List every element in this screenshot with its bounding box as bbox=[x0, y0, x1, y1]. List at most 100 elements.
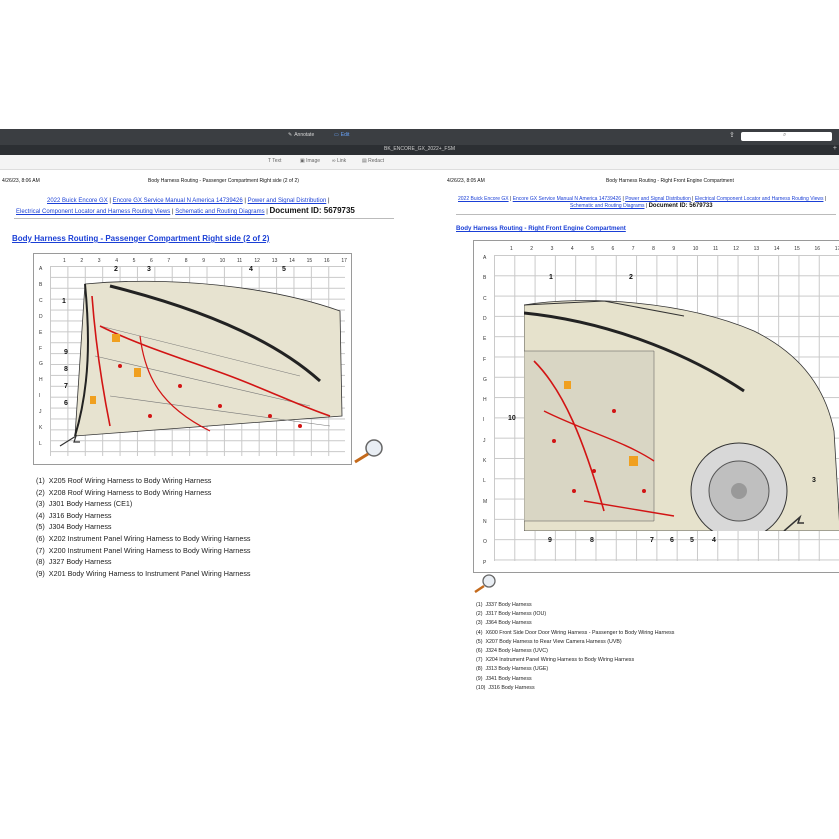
grid-row-label: K bbox=[483, 458, 487, 464]
callout: 3 bbox=[147, 266, 151, 273]
callout: 3 bbox=[812, 477, 816, 484]
search-icon: ⌕ bbox=[783, 132, 787, 138]
grid-row-label: E bbox=[483, 336, 487, 343]
callout: 4 bbox=[249, 266, 253, 273]
magnifier-icon[interactable] bbox=[472, 573, 500, 593]
file-name-tab[interactable]: BK_ENCORE_GX_2022+_FSM bbox=[0, 146, 839, 152]
callout: 8 bbox=[590, 537, 594, 544]
grid-row-label: C bbox=[483, 295, 487, 302]
list-item: (10) J316 Body Harness bbox=[476, 684, 535, 691]
callout: 1 bbox=[549, 274, 553, 281]
grid-column-label: 15 bbox=[794, 246, 800, 252]
magnifier-icon[interactable] bbox=[352, 437, 386, 465]
grid-column-label: 13 bbox=[753, 246, 760, 252]
link-icon: ∞ bbox=[332, 158, 336, 164]
grid-row-label: L bbox=[39, 440, 42, 447]
grid-column-label: 2 bbox=[530, 246, 534, 252]
page-header-title: Body Harness Routing - Right Front Engin… bbox=[606, 178, 734, 184]
grid-column-label: 10 bbox=[219, 258, 226, 264]
grid-column-label: 1 bbox=[63, 258, 66, 264]
grid-row-label: I bbox=[483, 417, 485, 424]
section-title[interactable]: Body Harness Routing - Right Front Engin… bbox=[456, 225, 626, 232]
grid-column-label: 8 bbox=[652, 246, 655, 252]
callout: 10 bbox=[508, 415, 516, 422]
grid-row-label: K bbox=[39, 425, 43, 431]
link-tool-button[interactable]: ∞ Link bbox=[332, 158, 346, 164]
list-item: (4) J316 Body Harness bbox=[36, 510, 112, 520]
page-header-title: Body Harness Routing - Passenger Compart… bbox=[148, 178, 299, 184]
callout: 5 bbox=[282, 266, 286, 273]
breadcrumb-link[interactable]: 2022 Buick Encore GX bbox=[47, 198, 108, 204]
callout: 2 bbox=[114, 266, 118, 273]
grid-row-label: D bbox=[39, 313, 43, 320]
grid-row-label: G bbox=[39, 361, 43, 368]
grid-row-label: L bbox=[483, 478, 486, 485]
redact-tool-button[interactable]: ▤ Redact bbox=[362, 158, 384, 164]
grid-row-label: H bbox=[39, 377, 43, 384]
list-item: (6) X202 Instrument Panel Wiring Harness… bbox=[36, 533, 251, 543]
callout: 6 bbox=[64, 400, 68, 407]
grid-column-label: 12 bbox=[254, 258, 260, 264]
breadcrumb-link[interactable]: Encore GX Service Manual N America 14739… bbox=[513, 196, 621, 202]
edit-button[interactable]: ▭ Edit bbox=[334, 132, 349, 138]
breadcrumb-link[interactable]: 2022 Buick Encore GX bbox=[458, 196, 509, 202]
list-item: (8) J327 Body Harness bbox=[36, 557, 112, 567]
new-tab-button[interactable]: + bbox=[833, 145, 837, 152]
breadcrumb-link[interactable]: Power and Signal Distribution bbox=[248, 198, 327, 204]
text-tool-button[interactable]: T Text bbox=[268, 158, 281, 164]
app-toolbar: ✎ Annotate ▭ Edit ⇪ ⌕ bbox=[0, 129, 839, 145]
grid-column-label: 3 bbox=[550, 246, 554, 252]
breadcrumb-line-2: Schematic and Routing Diagrams | Documen… bbox=[570, 203, 713, 209]
section-title[interactable]: Body Harness Routing - Passenger Compart… bbox=[12, 234, 269, 243]
list-item: (1) J337 Body Harness bbox=[476, 602, 532, 608]
grid-column-label: 9 bbox=[202, 258, 205, 264]
grid-column-label: 15 bbox=[306, 258, 313, 264]
grid-column-label: 16 bbox=[814, 246, 821, 252]
grid-column-label: 6 bbox=[611, 246, 615, 252]
grid-column-label: 8 bbox=[184, 258, 188, 264]
routing-diagram: 1 2 3 4 5 6 7 8 9 10 11 12 13 14 15 16 17 ABCDEFGHIJKLMN… bbox=[473, 240, 839, 573]
grid-row-label: J bbox=[39, 409, 42, 416]
breadcrumb-link[interactable]: Electrical Component Locator and Harness… bbox=[695, 196, 824, 202]
grid-row-label: G bbox=[483, 376, 487, 383]
grid-column-label: 17 bbox=[341, 258, 347, 264]
annotate-button[interactable]: ✎ Annotate bbox=[288, 132, 314, 138]
grid-column-label: 4 bbox=[115, 258, 118, 264]
grid-column-label: 10 bbox=[692, 246, 699, 252]
grid-column-label: 1 bbox=[510, 246, 513, 252]
grid-column-label: 14 bbox=[289, 258, 295, 264]
grid-column-label: 7 bbox=[167, 258, 171, 264]
breadcrumb: 2022 Buick Encore GX | Encore GX Service… bbox=[458, 196, 827, 202]
grid-column-label: 7 bbox=[631, 246, 635, 252]
breadcrumb-link[interactable]: Electrical Component Locator and Harness… bbox=[16, 209, 170, 215]
breadcrumb-link[interactable]: Schematic and Routing Diagrams bbox=[570, 203, 644, 209]
grid-row-label: F bbox=[483, 356, 487, 363]
document-id: Document ID: 5679733 bbox=[648, 203, 713, 209]
file-tab-bar: BK_ENCORE_GX_2022+_FSM + bbox=[0, 145, 839, 155]
image-tool-button[interactable]: ▣ Image bbox=[300, 158, 320, 164]
grid-column-label: 12 bbox=[733, 246, 739, 252]
list-item: (8) J313 Body Harness (UGE) bbox=[476, 666, 549, 673]
breadcrumb-link[interactable]: Power and Signal Distribution bbox=[625, 196, 691, 202]
list-item: (6) J324 Body Harness (UVC) bbox=[476, 648, 548, 655]
grid-row-label: P bbox=[483, 559, 487, 566]
breadcrumb: 2022 Buick Encore GX | Encore GX Service… bbox=[47, 198, 330, 204]
breadcrumb-link[interactable]: Schematic and Routing Diagrams bbox=[175, 209, 264, 215]
callout: 7 bbox=[64, 383, 68, 390]
breadcrumb-link[interactable]: Encore GX Service Manual N America 14739… bbox=[113, 198, 243, 204]
grid-column-label: 11 bbox=[713, 246, 719, 252]
callout: 9 bbox=[548, 537, 552, 544]
grid-row-label: A bbox=[39, 266, 43, 272]
search-input[interactable]: ⌕ bbox=[741, 132, 832, 141]
divider bbox=[14, 218, 394, 219]
grid-column-label: 9 bbox=[672, 246, 676, 252]
redact-icon: ▤ bbox=[362, 158, 367, 164]
grid-row-label: C bbox=[39, 297, 43, 304]
list-item: (7) X204 Instrument Panel Wiring Harness… bbox=[476, 657, 635, 664]
share-icon[interactable]: ⇪ bbox=[729, 131, 739, 141]
grid-row-label: J bbox=[483, 437, 486, 444]
grid-row-label: M bbox=[483, 498, 488, 505]
grid-row-label: H bbox=[483, 397, 487, 404]
text-icon: T bbox=[268, 158, 271, 164]
grid-row-label: E bbox=[39, 329, 43, 336]
